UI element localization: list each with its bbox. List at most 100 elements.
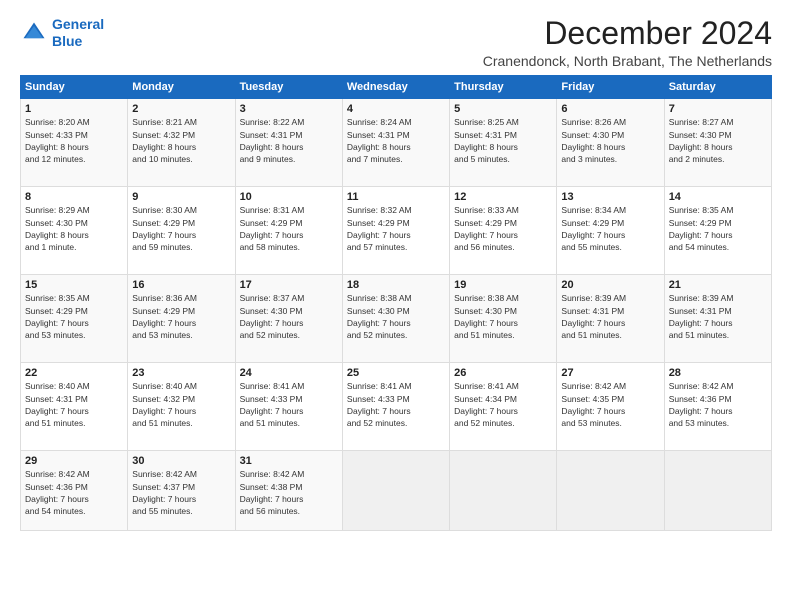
day-info: Sunrise: 8:39 AM Sunset: 4:31 PM Dayligh… [561, 292, 659, 341]
logo: General Blue [20, 16, 104, 50]
weekday-header-sunday: Sunday [21, 76, 128, 99]
day-number: 24 [240, 367, 338, 379]
day-info: Sunrise: 8:36 AM Sunset: 4:29 PM Dayligh… [132, 292, 230, 341]
day-number: 26 [454, 367, 552, 379]
day-number: 23 [132, 367, 230, 379]
day-info: Sunrise: 8:24 AM Sunset: 4:31 PM Dayligh… [347, 116, 445, 165]
day-info: Sunrise: 8:41 AM Sunset: 4:34 PM Dayligh… [454, 380, 552, 429]
calendar-cell: 5Sunrise: 8:25 AM Sunset: 4:31 PM Daylig… [450, 99, 557, 187]
calendar-cell: 2Sunrise: 8:21 AM Sunset: 4:32 PM Daylig… [128, 99, 235, 187]
calendar-cell: 30Sunrise: 8:42 AM Sunset: 4:37 PM Dayli… [128, 451, 235, 531]
calendar-cell: 19Sunrise: 8:38 AM Sunset: 4:30 PM Dayli… [450, 275, 557, 363]
day-info: Sunrise: 8:25 AM Sunset: 4:31 PM Dayligh… [454, 116, 552, 165]
calendar-cell: 1Sunrise: 8:20 AM Sunset: 4:33 PM Daylig… [21, 99, 128, 187]
day-info: Sunrise: 8:27 AM Sunset: 4:30 PM Dayligh… [669, 116, 767, 165]
calendar-cell: 27Sunrise: 8:42 AM Sunset: 4:35 PM Dayli… [557, 363, 664, 451]
day-info: Sunrise: 8:41 AM Sunset: 4:33 PM Dayligh… [347, 380, 445, 429]
day-number: 19 [454, 279, 552, 291]
calendar-cell: 16Sunrise: 8:36 AM Sunset: 4:29 PM Dayli… [128, 275, 235, 363]
calendar-cell: 26Sunrise: 8:41 AM Sunset: 4:34 PM Dayli… [450, 363, 557, 451]
day-number: 28 [669, 367, 767, 379]
subtitle: Cranendonck, North Brabant, The Netherla… [483, 53, 772, 69]
day-info: Sunrise: 8:21 AM Sunset: 4:32 PM Dayligh… [132, 116, 230, 165]
calendar-cell: 13Sunrise: 8:34 AM Sunset: 4:29 PM Dayli… [557, 187, 664, 275]
day-number: 2 [132, 103, 230, 115]
day-number: 21 [669, 279, 767, 291]
day-number: 31 [240, 455, 338, 467]
calendar-week-row: 22Sunrise: 8:40 AM Sunset: 4:31 PM Dayli… [21, 363, 772, 451]
calendar-header-row: SundayMondayTuesdayWednesdayThursdayFrid… [21, 76, 772, 99]
day-number: 20 [561, 279, 659, 291]
day-number: 7 [669, 103, 767, 115]
day-info: Sunrise: 8:42 AM Sunset: 4:35 PM Dayligh… [561, 380, 659, 429]
day-info: Sunrise: 8:40 AM Sunset: 4:31 PM Dayligh… [25, 380, 123, 429]
day-info: Sunrise: 8:33 AM Sunset: 4:29 PM Dayligh… [454, 204, 552, 253]
calendar-cell [664, 451, 771, 531]
weekday-header-friday: Friday [557, 76, 664, 99]
calendar-cell: 17Sunrise: 8:37 AM Sunset: 4:30 PM Dayli… [235, 275, 342, 363]
calendar-week-row: 8Sunrise: 8:29 AM Sunset: 4:30 PM Daylig… [21, 187, 772, 275]
day-number: 3 [240, 103, 338, 115]
calendar-week-row: 29Sunrise: 8:42 AM Sunset: 4:36 PM Dayli… [21, 451, 772, 531]
calendar-week-row: 15Sunrise: 8:35 AM Sunset: 4:29 PM Dayli… [21, 275, 772, 363]
day-number: 13 [561, 191, 659, 203]
day-number: 14 [669, 191, 767, 203]
day-number: 29 [25, 455, 123, 467]
day-number: 12 [454, 191, 552, 203]
day-info: Sunrise: 8:26 AM Sunset: 4:30 PM Dayligh… [561, 116, 659, 165]
day-number: 17 [240, 279, 338, 291]
calendar-cell: 23Sunrise: 8:40 AM Sunset: 4:32 PM Dayli… [128, 363, 235, 451]
calendar-cell: 15Sunrise: 8:35 AM Sunset: 4:29 PM Dayli… [21, 275, 128, 363]
day-info: Sunrise: 8:29 AM Sunset: 4:30 PM Dayligh… [25, 204, 123, 253]
day-number: 22 [25, 367, 123, 379]
day-number: 5 [454, 103, 552, 115]
day-number: 6 [561, 103, 659, 115]
calendar-cell [450, 451, 557, 531]
day-info: Sunrise: 8:42 AM Sunset: 4:36 PM Dayligh… [669, 380, 767, 429]
weekday-header-tuesday: Tuesday [235, 76, 342, 99]
calendar-cell: 11Sunrise: 8:32 AM Sunset: 4:29 PM Dayli… [342, 187, 449, 275]
calendar-cell: 14Sunrise: 8:35 AM Sunset: 4:29 PM Dayli… [664, 187, 771, 275]
calendar-cell: 7Sunrise: 8:27 AM Sunset: 4:30 PM Daylig… [664, 99, 771, 187]
calendar-cell: 10Sunrise: 8:31 AM Sunset: 4:29 PM Dayli… [235, 187, 342, 275]
calendar-week-row: 1Sunrise: 8:20 AM Sunset: 4:33 PM Daylig… [21, 99, 772, 187]
calendar-cell: 12Sunrise: 8:33 AM Sunset: 4:29 PM Dayli… [450, 187, 557, 275]
day-info: Sunrise: 8:35 AM Sunset: 4:29 PM Dayligh… [25, 292, 123, 341]
day-number: 30 [132, 455, 230, 467]
day-info: Sunrise: 8:41 AM Sunset: 4:33 PM Dayligh… [240, 380, 338, 429]
day-number: 27 [561, 367, 659, 379]
calendar-cell: 18Sunrise: 8:38 AM Sunset: 4:30 PM Dayli… [342, 275, 449, 363]
day-info: Sunrise: 8:20 AM Sunset: 4:33 PM Dayligh… [25, 116, 123, 165]
day-info: Sunrise: 8:31 AM Sunset: 4:29 PM Dayligh… [240, 204, 338, 253]
day-info: Sunrise: 8:42 AM Sunset: 4:37 PM Dayligh… [132, 468, 230, 517]
day-info: Sunrise: 8:30 AM Sunset: 4:29 PM Dayligh… [132, 204, 230, 253]
day-number: 16 [132, 279, 230, 291]
day-info: Sunrise: 8:42 AM Sunset: 4:38 PM Dayligh… [240, 468, 338, 517]
day-number: 1 [25, 103, 123, 115]
main-title: December 2024 [483, 16, 772, 51]
calendar-cell [557, 451, 664, 531]
calendar-cell: 21Sunrise: 8:39 AM Sunset: 4:31 PM Dayli… [664, 275, 771, 363]
header: General Blue December 2024 Cranendonck, … [20, 16, 772, 69]
calendar-cell: 6Sunrise: 8:26 AM Sunset: 4:30 PM Daylig… [557, 99, 664, 187]
calendar-cell: 25Sunrise: 8:41 AM Sunset: 4:33 PM Dayli… [342, 363, 449, 451]
day-number: 15 [25, 279, 123, 291]
calendar-cell: 3Sunrise: 8:22 AM Sunset: 4:31 PM Daylig… [235, 99, 342, 187]
calendar-cell: 9Sunrise: 8:30 AM Sunset: 4:29 PM Daylig… [128, 187, 235, 275]
day-info: Sunrise: 8:34 AM Sunset: 4:29 PM Dayligh… [561, 204, 659, 253]
day-info: Sunrise: 8:22 AM Sunset: 4:31 PM Dayligh… [240, 116, 338, 165]
day-info: Sunrise: 8:38 AM Sunset: 4:30 PM Dayligh… [454, 292, 552, 341]
calendar-cell: 22Sunrise: 8:40 AM Sunset: 4:31 PM Dayli… [21, 363, 128, 451]
day-info: Sunrise: 8:32 AM Sunset: 4:29 PM Dayligh… [347, 204, 445, 253]
title-block: December 2024 Cranendonck, North Brabant… [483, 16, 772, 69]
logo-text: General Blue [52, 16, 104, 50]
weekday-header-saturday: Saturday [664, 76, 771, 99]
day-info: Sunrise: 8:40 AM Sunset: 4:32 PM Dayligh… [132, 380, 230, 429]
calendar-cell: 28Sunrise: 8:42 AM Sunset: 4:36 PM Dayli… [664, 363, 771, 451]
day-info: Sunrise: 8:35 AM Sunset: 4:29 PM Dayligh… [669, 204, 767, 253]
calendar-cell: 31Sunrise: 8:42 AM Sunset: 4:38 PM Dayli… [235, 451, 342, 531]
day-number: 18 [347, 279, 445, 291]
weekday-header-thursday: Thursday [450, 76, 557, 99]
calendar-cell: 4Sunrise: 8:24 AM Sunset: 4:31 PM Daylig… [342, 99, 449, 187]
calendar-cell: 24Sunrise: 8:41 AM Sunset: 4:33 PM Dayli… [235, 363, 342, 451]
